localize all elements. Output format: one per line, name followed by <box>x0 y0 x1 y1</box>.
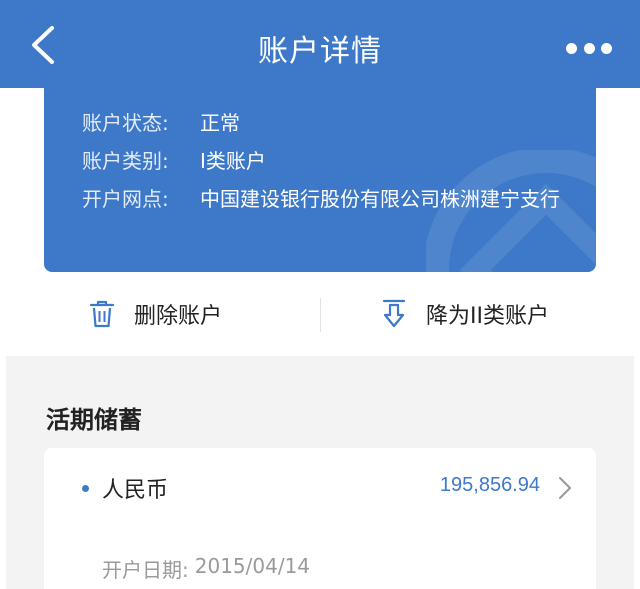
open-date-value: 2015/04/14 <box>194 554 311 578</box>
trash-icon <box>89 300 115 328</box>
delete-account-label: 删除账户 <box>134 304 223 329</box>
account-detail-page: 账户详情 账户状态: 正常 账户类别: I类账户 开户网点: 中国建设银行股份有… <box>0 0 640 589</box>
action-divider <box>320 298 321 332</box>
section-title: 活期储蓄 <box>46 406 142 434</box>
open-date-label: 开户日期: <box>102 558 189 582</box>
download-arrow-icon <box>382 299 406 328</box>
more-dot <box>583 42 595 54</box>
type-row: 账户类别: I类账户 <box>82 146 570 176</box>
currency-card: 人民币 195,856.94 开户日期: 2015/04/14 <box>44 448 596 589</box>
more-dot <box>601 42 612 54</box>
chevron-right-icon <box>559 477 571 499</box>
type-label: 账户类别: <box>82 149 169 173</box>
open-date-row: 开户日期: 2015/04/14 <box>102 554 310 583</box>
downgrade-account-button[interactable]: 降为II类账户 <box>380 298 549 330</box>
bullet-dot-icon <box>82 485 89 492</box>
status-row: 账户状态: 正常 <box>82 108 570 138</box>
type-value: I类账户 <box>200 149 266 173</box>
branch-label: 开户网点: <box>82 187 169 211</box>
downgrade-account-label: 降为II类账户 <box>426 304 549 329</box>
more-dots-icon <box>566 42 577 54</box>
branch-value: 中国建设银行股份有限公司株洲建宁支行 <box>200 187 560 211</box>
app-header: 账户详情 <box>0 0 640 88</box>
page-title: 账户详情 <box>258 34 382 69</box>
status-value: 正常 <box>200 111 240 135</box>
account-info-card: 账户状态: 正常 账户类别: I类账户 开户网点: 中国建设银行股份有限公司株洲… <box>44 80 596 272</box>
branch-row: 开户网点: 中国建设银行股份有限公司株洲建宁支行 <box>82 184 560 214</box>
more-button[interactable] <box>566 40 612 56</box>
account-actions: 删除账户 降为II类账户 <box>0 272 640 356</box>
balance-amount: 195,856.94 <box>439 474 540 496</box>
delete-account-button[interactable]: 删除账户 <box>88 298 222 330</box>
currency-row[interactable]: 人民币 195,856.94 <box>44 448 596 526</box>
currency-name: 人民币 <box>102 478 169 503</box>
status-label: 账户状态: <box>82 111 169 135</box>
savings-section: 活期储蓄 人民币 195,856.94 开户日期: 2015/04/14 <box>6 356 634 589</box>
